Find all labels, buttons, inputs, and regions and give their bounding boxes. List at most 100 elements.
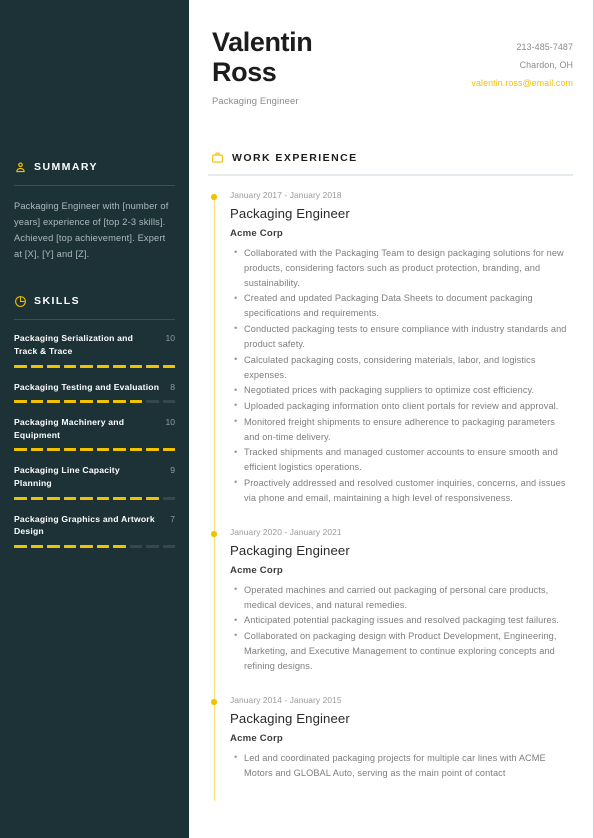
contact-email[interactable]: valentin.ross@email.com [471, 74, 573, 92]
timeline-line [213, 196, 215, 802]
skill-bar-segment [47, 544, 60, 548]
skill-rating-bar [14, 448, 175, 452]
skill-bar-segment [80, 400, 93, 404]
work-experience-heading: WORK EXPERIENCE [208, 151, 573, 164]
entry-bullet-list: Operated machines and carried out packag… [230, 582, 573, 675]
skills-heading: SKILLS [14, 292, 175, 310]
skills-label: SKILLS [34, 295, 81, 308]
skill-bar-segment [96, 496, 109, 500]
skill-item: Packaging Serialization and Track & Trac… [14, 332, 175, 368]
skill-row: Packaging Line Capacity Planning 9 [14, 464, 175, 489]
experience-timeline: January 2017 - January 2018 Packaging Eng… [208, 190, 573, 802]
entry-bullet: Collaborated on packaging design with Pr… [234, 628, 573, 674]
skill-bar-segment [162, 448, 175, 452]
timeline-dot [211, 531, 217, 537]
skill-bar-segment [63, 496, 76, 500]
skill-bar-segment [80, 364, 93, 368]
entry-bullet: Monitored freight shipments to ensure ad… [234, 414, 573, 445]
skill-bar-segment [162, 496, 175, 500]
skill-bar-segment [146, 400, 159, 404]
skill-rating-bar [14, 544, 175, 548]
skill-row: Packaging Graphics and Artwork Design 7 [14, 513, 175, 538]
skill-score: 10 [165, 333, 175, 344]
skill-bar-segment [113, 448, 126, 452]
skill-bar-segment [14, 364, 27, 368]
experience-entry: January 2020 - January 2021 Packaging Eng… [211, 526, 573, 695]
skill-bar-segment [30, 496, 43, 500]
skill-bar-segment [96, 400, 109, 404]
sidebar: SUMMARY Packaging Engineer with [number … [0, 0, 189, 838]
skill-score: 7 [170, 513, 175, 524]
work-experience-label: WORK EXPERIENCE [232, 151, 358, 164]
skills-divider [14, 319, 175, 321]
entry-bullet: Negotiated prices with packaging supplie… [234, 383, 573, 398]
skill-item: Packaging Graphics and Artwork Design 7 [14, 513, 175, 548]
skill-bar-segment [129, 544, 142, 548]
skill-bar-segment [47, 496, 60, 500]
skill-bar-segment [162, 364, 175, 368]
skill-bar-segment [80, 544, 93, 548]
skill-bar-segment [96, 448, 109, 452]
skill-bar-segment [129, 364, 142, 368]
sidebar-section-summary: SUMMARY Packaging Engineer with [number … [14, 158, 175, 262]
skill-bar-segment [146, 496, 159, 500]
skill-bar-segment [63, 364, 76, 368]
skill-bar-segment [129, 496, 142, 500]
entry-company: Acme Corp [230, 227, 283, 239]
skill-bar-segment [63, 448, 76, 452]
entry-company: Acme Corp [230, 564, 283, 576]
experience-entry: January 2014 - January 2015 Packaging Eng… [211, 695, 573, 802]
contact-location: Chardon, OH [519, 60, 573, 70]
summary-divider [14, 185, 175, 186]
skill-bar-segment [47, 448, 60, 452]
skill-score: 10 [165, 417, 175, 428]
skills-list: Packaging Serialization and Track & Trac… [14, 332, 175, 548]
skill-name: Packaging Graphics and Artwork Design [14, 513, 155, 537]
skill-bar-segment [146, 448, 159, 452]
resume-page: SUMMARY Packaging Engineer with [number … [0, 0, 594, 838]
entry-dates: January 2020 - January 2021 [230, 526, 342, 537]
page-title: Valentin Ross [212, 27, 313, 87]
name-block: Valentin Ross Packaging Engineer [208, 27, 313, 106]
skill-score: 9 [170, 465, 175, 476]
person-icon [14, 161, 27, 174]
skill-bar-segment [113, 544, 126, 548]
job-title: Packaging Engineer [212, 95, 299, 106]
timeline-dot [211, 194, 217, 200]
skill-item: Packaging Machinery and Equipment 10 [14, 416, 175, 452]
entry-role: Packaging Engineer [230, 205, 350, 221]
briefcase-icon [211, 151, 224, 164]
entry-role: Packaging Engineer [230, 542, 350, 558]
skill-name: Packaging Line Capacity Planning [14, 465, 120, 488]
skill-item: Packaging Testing and Evaluation 8 [14, 381, 175, 404]
entry-bullet: Proactively addressed and resolved custo… [234, 475, 573, 506]
skill-rating-bar [14, 496, 175, 500]
entry-bullet: Operated machines and carried out packag… [234, 582, 573, 613]
entry-bullet: Tracked shipments and managed customer a… [234, 445, 573, 475]
sidebar-section-skills: SKILLS Packaging Serialization and Track… [14, 292, 175, 548]
skill-bar-segment [96, 364, 109, 368]
skill-bar-segment [80, 448, 93, 452]
entry-bullet: Collaborated with the Packaging Team to … [234, 245, 573, 291]
contact-block: 213-485-7487 Chardon, OH valentin.ross@e… [471, 27, 573, 92]
entry-bullet: Calculated packaging costs, considering … [234, 352, 573, 383]
skill-bar-segment [47, 400, 60, 404]
skill-row: Packaging Testing and Evaluation 8 [14, 381, 175, 394]
skill-bar-segment [30, 448, 43, 452]
skill-row: Packaging Machinery and Equipment 10 [14, 416, 175, 441]
entry-bullet-list: Collaborated with the Packaging Team to … [230, 245, 573, 507]
main-content: Valentin Ross Packaging Engineer 213-485… [189, 0, 593, 838]
pie-chart-icon [14, 295, 27, 308]
entry-dates: January 2017 - January 2018 [230, 189, 342, 200]
skill-bar-segment [113, 496, 126, 500]
entry-bullet: Led and coordinated packaging projects f… [234, 750, 573, 781]
skill-bar-segment [30, 400, 43, 404]
entry-role: Packaging Engineer [230, 710, 350, 726]
skill-bar-segment [63, 400, 76, 404]
skill-bar-segment [129, 448, 142, 452]
skill-rating-bar [14, 364, 175, 368]
skill-bar-segment [30, 364, 43, 368]
skill-bar-segment [14, 400, 27, 404]
entry-company: Acme Corp [230, 732, 283, 744]
skill-name: Packaging Testing and Evaluation [14, 381, 160, 392]
